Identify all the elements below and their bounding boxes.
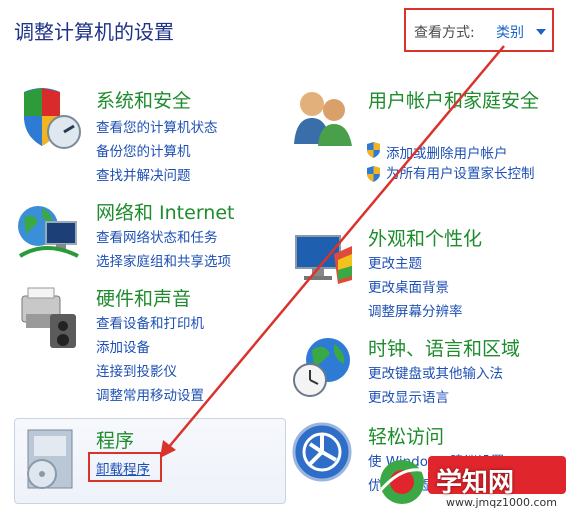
watermark-title: 学知网 xyxy=(436,468,515,498)
watermark-url: www.jmqz1000.com xyxy=(446,496,557,509)
annotation-arrow xyxy=(160,45,505,458)
